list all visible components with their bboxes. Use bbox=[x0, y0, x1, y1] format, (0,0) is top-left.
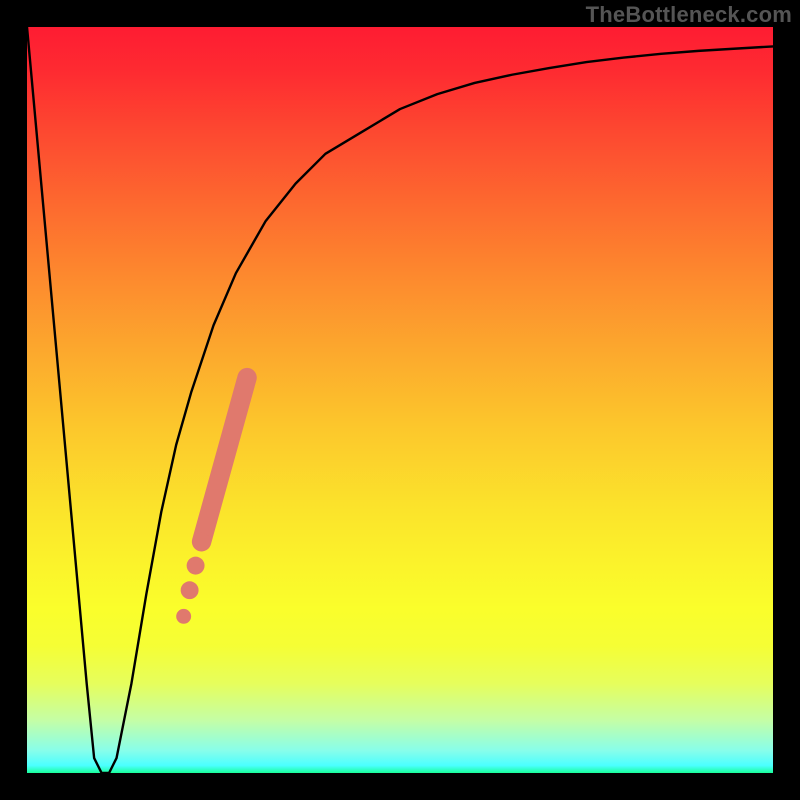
attribution-text: TheBottleneck.com bbox=[586, 2, 792, 28]
bottleneck-curve bbox=[27, 27, 773, 773]
highlight-dot bbox=[176, 609, 191, 624]
highlight-bar bbox=[202, 378, 248, 542]
curve-svg bbox=[27, 27, 773, 773]
chart-frame: TheBottleneck.com bbox=[0, 0, 800, 800]
plot-area bbox=[27, 27, 773, 773]
highlight-dot bbox=[181, 581, 199, 599]
highlight-dot bbox=[193, 533, 211, 551]
highlight-dot bbox=[187, 557, 205, 575]
